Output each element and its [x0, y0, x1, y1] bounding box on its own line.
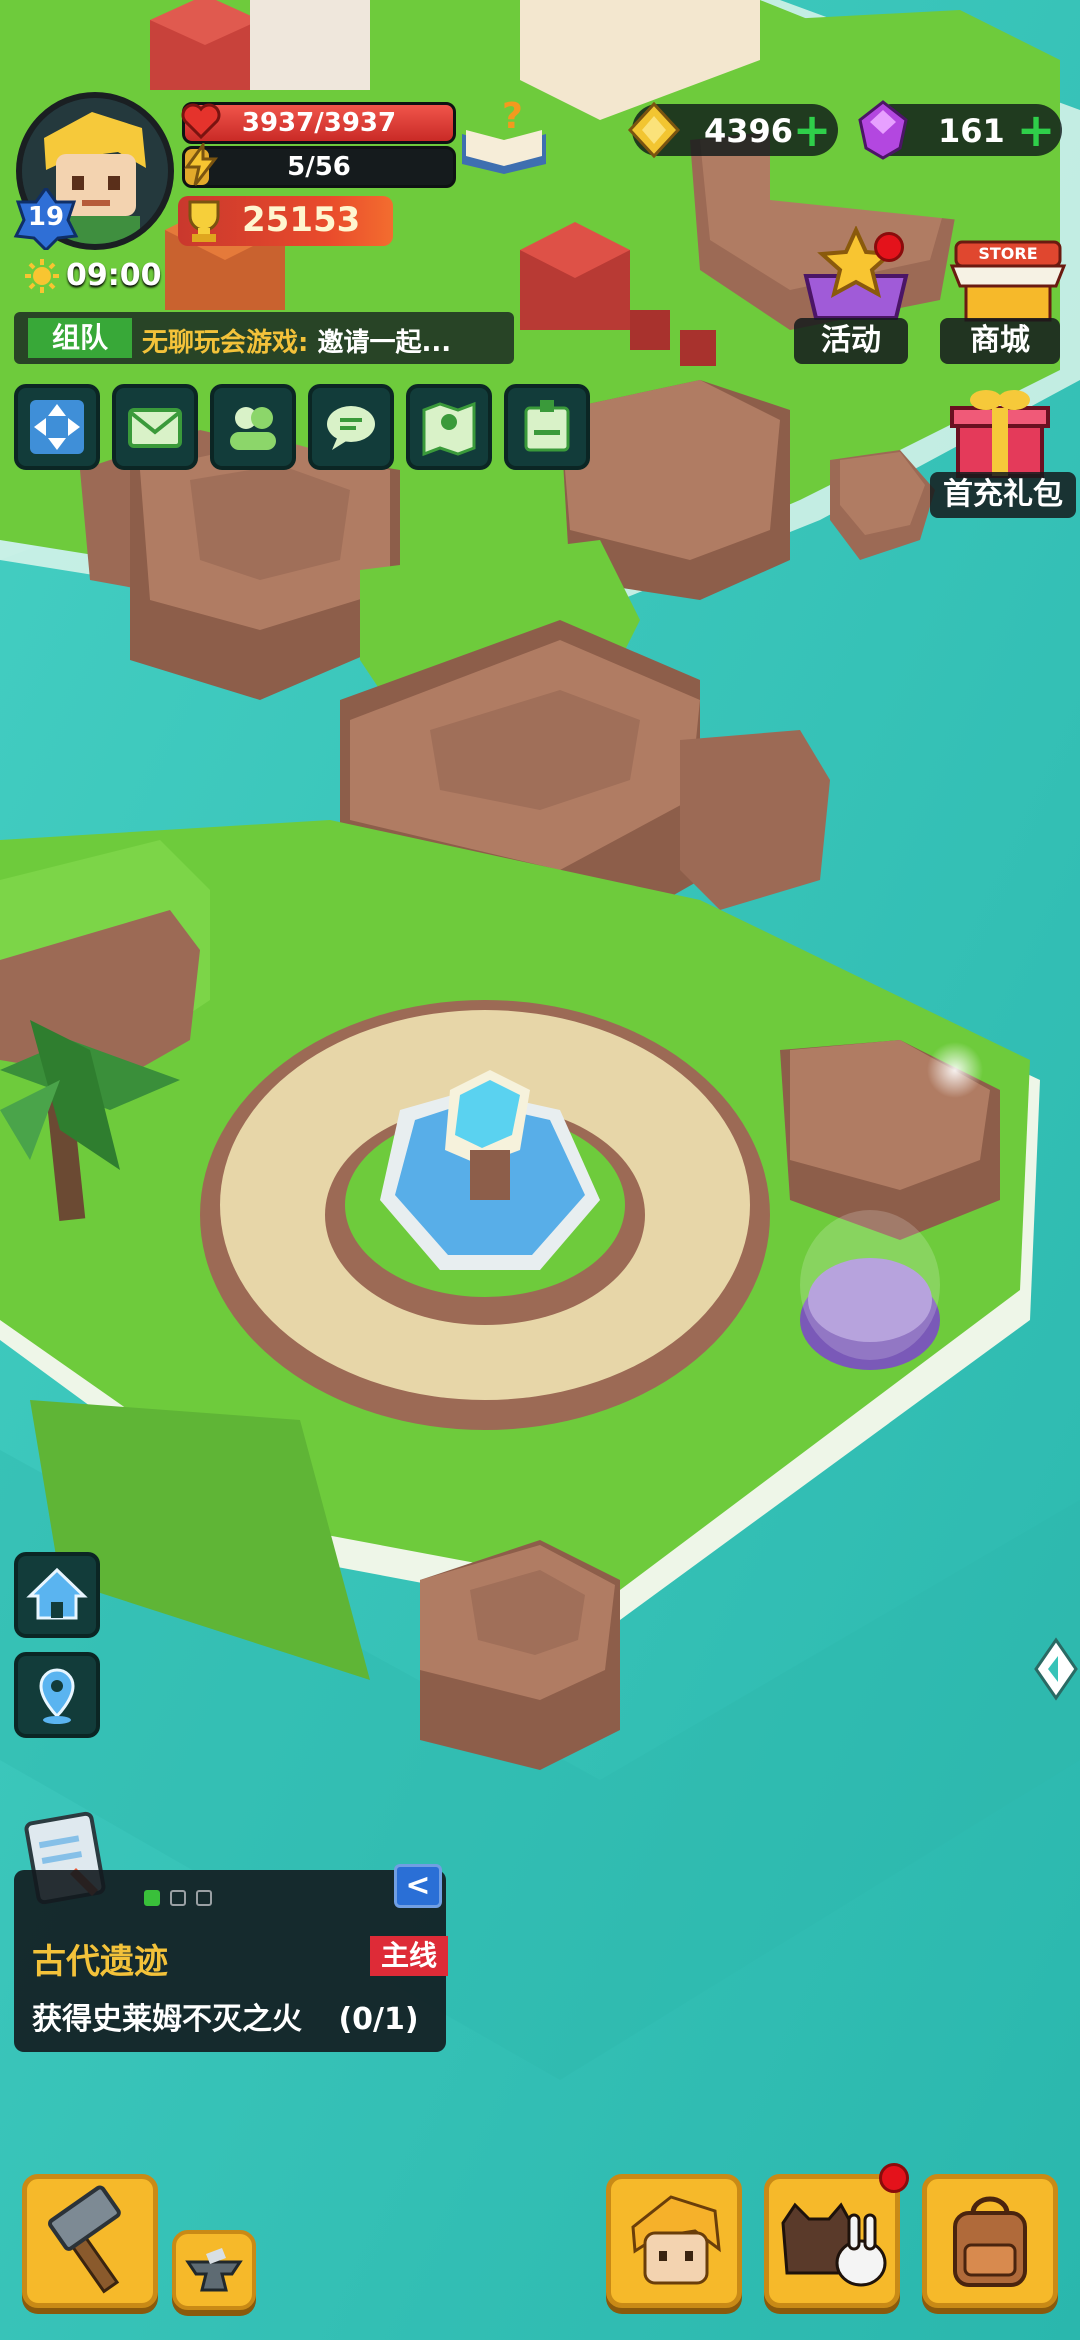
- hp-value: 3937/3937: [241, 108, 397, 138]
- first-recharge-pack-button[interactable]: 首充礼包: [930, 380, 1076, 520]
- combat-power: 25153: [178, 196, 393, 246]
- gem-value: 161: [938, 112, 1005, 150]
- add-gold-button[interactable]: +: [790, 107, 834, 153]
- quest-main-tag: 主线: [370, 1936, 448, 1976]
- trophy-icon: [188, 200, 220, 242]
- store-button[interactable]: STORE 商城: [938, 226, 1078, 366]
- quest-book-icon[interactable]: ?: [458, 94, 550, 174]
- quest-description: 获得史莱姆不灭之火: [32, 2002, 302, 2037]
- build-button[interactable]: [22, 2174, 158, 2308]
- power-value: 25153: [242, 200, 361, 240]
- build-hammer-icon: [48, 2185, 121, 2294]
- map-icon: [422, 401, 476, 457]
- activity-label: 活动: [794, 318, 908, 364]
- backpack-icon: [953, 2196, 1027, 2287]
- hp-bar: 3937/3937: [181, 102, 456, 144]
- store-sign-text: STORE: [978, 244, 1037, 263]
- quest-panel[interactable]: < 古代遗迹 主线 获得史莱姆不灭之火 (0/1): [14, 1864, 448, 2052]
- store-label: 商城: [940, 318, 1060, 364]
- badge-button[interactable]: [504, 384, 590, 470]
- quest-page-dot-2: [170, 1890, 186, 1906]
- gold-counter: 4396 +: [627, 101, 838, 159]
- mail-icon: [128, 408, 182, 448]
- team-message: 无聊玩会游戏: 邀请一起...: [142, 322, 451, 359]
- level-value: 19: [27, 202, 65, 232]
- quest-progress: (0/1): [338, 2002, 419, 2037]
- hero-icon: [631, 2195, 721, 2285]
- purple-gem-icon: [858, 100, 908, 160]
- gift-box-icon: [950, 390, 1050, 478]
- quest-page-dot-1: [144, 1890, 160, 1906]
- home-icon: [26, 1567, 88, 1620]
- friends-icon: [230, 407, 276, 450]
- badge-icon: [524, 400, 570, 452]
- energy-value: 5/56: [287, 152, 351, 182]
- activity-notification-dot: [874, 232, 904, 262]
- friends-button[interactable]: [210, 384, 296, 470]
- quest-page-dot-3: [196, 1890, 212, 1906]
- location-pin-icon: [39, 1668, 75, 1724]
- team-message-body: 邀请一起...: [317, 328, 452, 358]
- team-tag[interactable]: 组队: [28, 318, 132, 358]
- map-button[interactable]: [406, 384, 492, 470]
- store-shop-icon: STORE: [949, 240, 1067, 322]
- hero-button[interactable]: [606, 2174, 742, 2308]
- team-chat-bar[interactable]: 组队 无聊玩会游戏: 邀请一起...: [14, 312, 514, 364]
- activity-button[interactable]: 活动: [786, 225, 926, 366]
- expand-icon: [30, 400, 84, 454]
- time-value: 09:00: [66, 258, 162, 293]
- quest-title: 古代遗迹: [32, 1942, 168, 1982]
- expand-button[interactable]: [14, 384, 100, 470]
- pets-button[interactable]: [764, 2163, 909, 2308]
- gold-value: 4396: [704, 112, 794, 150]
- add-gems-button[interactable]: +: [1014, 107, 1058, 153]
- locate-button[interactable]: [14, 1652, 100, 1738]
- team-message-sender: 无聊玩会游戏:: [142, 328, 318, 358]
- gem-counter: 161 +: [858, 100, 1062, 160]
- activity-chest-icon: [803, 225, 909, 320]
- heart-icon: [181, 103, 221, 140]
- chat-icon: [327, 406, 375, 450]
- level-badge: 19: [12, 188, 80, 250]
- home-button[interactable]: [14, 1552, 100, 1638]
- first-recharge-pack-label: 首充礼包: [930, 472, 1076, 518]
- anvil-icon: [185, 2248, 243, 2292]
- backpack-button[interactable]: [922, 2174, 1058, 2308]
- energy-bar: 5/56: [182, 143, 456, 188]
- lightning-icon: [184, 143, 219, 186]
- quest-objective: 获得史莱姆不灭之火 (0/1): [32, 1994, 419, 2038]
- side-panel-toggle-icon[interactable]: [1022, 1636, 1078, 1702]
- mail-button[interactable]: [112, 384, 198, 470]
- pets-icon: [781, 2202, 887, 2287]
- quest-collapse-button[interactable]: <: [394, 1864, 442, 1908]
- svg-text:?: ?: [502, 96, 523, 137]
- chat-button[interactable]: [308, 384, 394, 470]
- sun-icon: [25, 259, 59, 293]
- gold-coin-icon: [627, 101, 681, 159]
- forge-button[interactable]: [172, 2230, 256, 2310]
- pets-notification-dot: [879, 2163, 909, 2193]
